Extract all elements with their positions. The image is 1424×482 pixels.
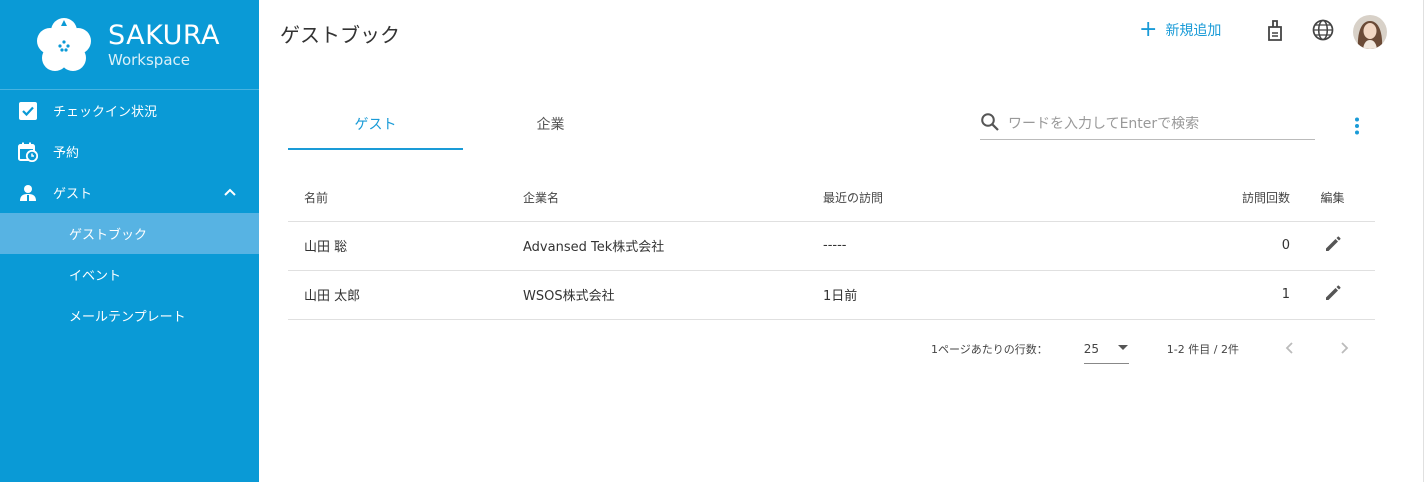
- brand[interactable]: SAKURA Workspace: [0, 0, 259, 90]
- table-header-row: 名前 企業名 最近の訪問 訪問回数 編集: [288, 174, 1375, 222]
- sakura-logo-icon: [37, 17, 91, 71]
- pagination: 1ページあたりの行数： 25 1-2 件目 / 2件: [931, 334, 1351, 364]
- brand-subtitle: Workspace: [108, 50, 190, 69]
- search-box: [980, 108, 1315, 140]
- guest-table: 名前 企業名 最近の訪問 訪問回数 編集 山田 聡 Advansed Tek株式…: [288, 174, 1375, 320]
- sidebar-nav: チェックイン状況 予約 ゲスト ゲストブック イベント メールテンプレート: [0, 90, 259, 336]
- search-input[interactable]: [1008, 115, 1298, 132]
- cell-name: 山田 聡: [288, 221, 523, 271]
- checkbox-icon: [18, 101, 38, 121]
- visitor-badge-icon[interactable]: [1263, 18, 1287, 42]
- page-title: ゲストブック: [280, 23, 400, 47]
- cell-recent-visit: -----: [823, 221, 1153, 271]
- add-new-button[interactable]: + 新規追加: [1139, 17, 1222, 42]
- add-new-label: 新規追加: [1165, 23, 1222, 39]
- sidebar-item-checkin[interactable]: チェックイン状況: [0, 90, 259, 131]
- guest-icon: [18, 183, 38, 203]
- sidebar-item-guestbook[interactable]: ゲストブック: [0, 213, 259, 254]
- sidebar: SAKURA Workspace チェックイン状況 予約 ゲスト ゲストブック …: [0, 0, 259, 482]
- rows-per-page-value: 25: [1083, 341, 1100, 356]
- calendar-clock-icon: [18, 142, 38, 162]
- cell-company: Advansed Tek株式会社: [523, 221, 823, 271]
- cell-visit-count: 1: [1153, 270, 1290, 320]
- globe-icon[interactable]: [1311, 18, 1335, 42]
- more-vert-icon[interactable]: [1345, 114, 1369, 142]
- page-range: 1-2 件目 / 2件: [1166, 343, 1239, 356]
- cell-recent-visit: 1日前: [823, 270, 1153, 320]
- column-header-edit: 編集: [1290, 174, 1375, 222]
- table-row[interactable]: 山田 聡 Advansed Tek株式会社 ----- 0: [288, 221, 1375, 271]
- user-avatar[interactable]: [1353, 15, 1387, 49]
- pencil-icon[interactable]: [1323, 283, 1343, 307]
- tab-guest[interactable]: ゲスト: [288, 102, 463, 150]
- sidebar-item-label: 予約: [53, 146, 80, 161]
- dropdown-arrow-icon: [1117, 341, 1129, 356]
- chevron-right-icon[interactable]: [1337, 339, 1351, 360]
- sidebar-item-label: チェックイン状況: [53, 105, 158, 120]
- cell-company: WSOS株式会社: [523, 270, 823, 320]
- top-bar: ゲストブック + 新規追加: [259, 0, 1423, 64]
- rows-per-page-select[interactable]: 25: [1083, 334, 1129, 364]
- sidebar-item-label: ゲスト: [53, 187, 93, 202]
- plus-icon: +: [1139, 17, 1158, 42]
- column-header-name[interactable]: 名前: [288, 174, 523, 222]
- cell-name: 山田 太郎: [288, 270, 523, 320]
- rows-per-page-label: 1ページあたりの行数：: [931, 343, 1048, 356]
- chevron-left-icon[interactable]: [1283, 339, 1297, 360]
- tab-bar: ゲスト 企業: [288, 102, 638, 150]
- sidebar-item-reservation[interactable]: 予約: [0, 131, 259, 172]
- search-icon: [980, 112, 1000, 136]
- cell-visit-count: 0: [1153, 221, 1290, 271]
- column-header-visit-count[interactable]: 訪問回数: [1153, 174, 1290, 222]
- sidebar-item-mail-template[interactable]: メールテンプレート: [0, 295, 259, 336]
- table-row[interactable]: 山田 太郎 WSOS株式会社 1日前 1: [288, 270, 1375, 320]
- main-content: ゲストブック + 新規追加 ゲスト 企業 ワードを入力してEnterで検索 名前…: [259, 0, 1424, 482]
- column-header-recent-visit[interactable]: 最近の訪問: [823, 174, 1153, 222]
- chevron-up-icon[interactable]: [223, 185, 237, 203]
- sidebar-item-event[interactable]: イベント: [0, 254, 259, 295]
- sidebar-item-guest[interactable]: ゲスト: [0, 172, 259, 213]
- brand-name: SAKURA: [108, 19, 220, 51]
- column-header-company[interactable]: 企業名: [523, 174, 823, 222]
- pencil-icon[interactable]: [1323, 234, 1343, 258]
- tab-company[interactable]: 企業: [463, 102, 638, 150]
